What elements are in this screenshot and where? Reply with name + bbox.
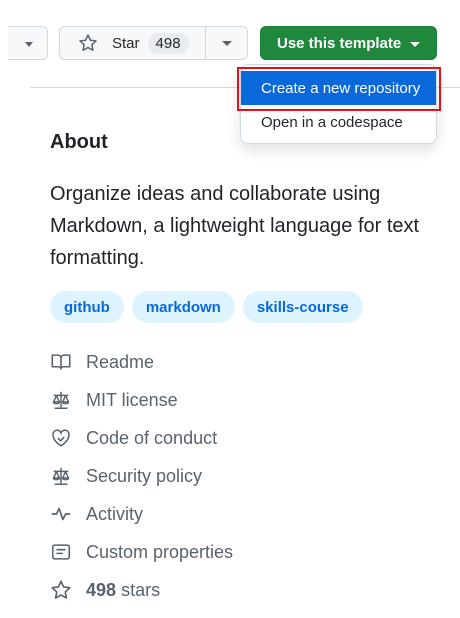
star-button[interactable]: Star 498 (60, 27, 206, 59)
use-template-button[interactable]: Use this template (260, 26, 437, 60)
custom-properties-link[interactable]: Custom properties (50, 540, 350, 564)
link-label: Readme (86, 351, 155, 372)
chevron-down-icon (222, 41, 232, 46)
code-of-conduct-icon (52, 429, 70, 447)
menu-item-open-codespace[interactable]: Open in a codespace (261, 114, 403, 131)
license-link[interactable]: MIT license (50, 388, 350, 412)
use-template-label: Use this template (277, 34, 402, 52)
watch-dropdown-button[interactable] (8, 26, 48, 60)
star-icon (51, 580, 71, 599)
star-button-group: Star 498 (59, 26, 248, 60)
link-label: Security policy (86, 465, 203, 486)
link-label: MIT license (86, 389, 178, 410)
topic-list: github markdown skills-course (50, 291, 363, 323)
repo-description: Organize ideas and collaborate using Mar… (50, 183, 420, 269)
note-icon (51, 544, 71, 560)
star-label: Star (112, 34, 140, 52)
chevron-down-icon (410, 42, 420, 47)
topic-tag[interactable]: markdown (131, 291, 235, 323)
stars-label: stars (121, 579, 161, 600)
star-count-badge: 498 (147, 32, 189, 54)
stars-summary: 498 stars (86, 580, 160, 601)
book-icon (51, 354, 71, 370)
law-icon (52, 467, 70, 485)
star-list-dropdown[interactable] (206, 27, 247, 59)
link-label: Activity (86, 503, 144, 524)
readme-link[interactable]: Readme (50, 350, 350, 374)
chevron-down-icon (25, 42, 33, 47)
activity-link[interactable]: Activity (50, 502, 350, 526)
topic-tag[interactable]: github (50, 291, 124, 323)
pulse-icon (51, 507, 71, 521)
link-label: Custom properties (86, 541, 234, 562)
code-of-conduct-link[interactable]: Code of conduct (50, 426, 350, 450)
law-icon (52, 391, 70, 409)
stars-link[interactable]: 498 stars (50, 578, 350, 602)
topic-tag[interactable]: skills-course (242, 291, 363, 323)
security-policy-link[interactable]: Security policy (50, 464, 350, 488)
link-label: Code of conduct (86, 427, 218, 448)
highlight-annotation (237, 67, 441, 111)
about-heading: About (50, 131, 108, 153)
stars-count: 498 (86, 579, 117, 600)
star-icon (79, 34, 97, 51)
